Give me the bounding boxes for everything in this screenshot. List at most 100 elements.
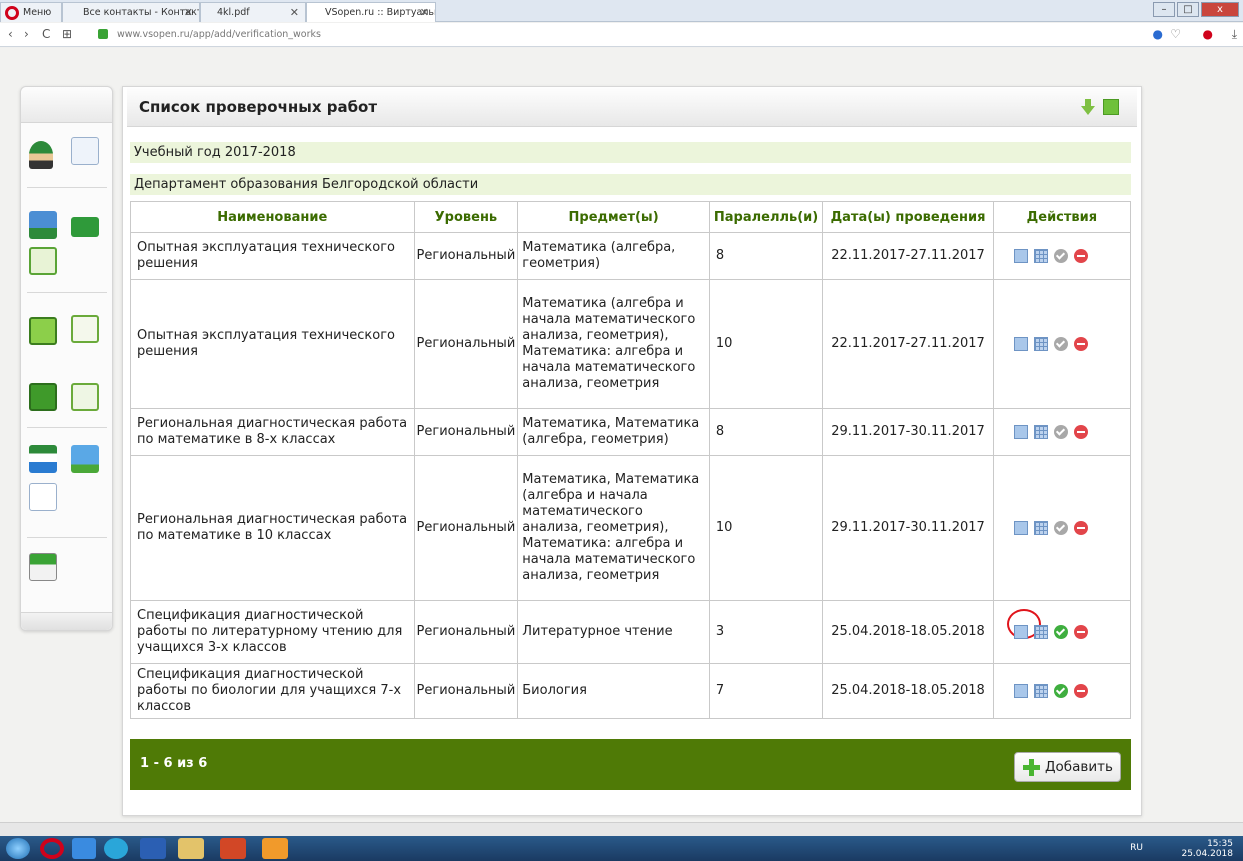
group-icon[interactable] — [29, 211, 57, 239]
table-row: Региональная диагностическая работа по м… — [130, 455, 1132, 601]
delete-icon[interactable] — [1074, 624, 1089, 639]
column-header-parallel[interactable]: Паралелль(и) — [708, 201, 824, 233]
tab-contacts[interactable]: Все контакты - Контакты ✕ — [62, 2, 200, 22]
classroom-icon[interactable] — [71, 217, 99, 237]
windows-taskbar: RU 15:35 25.04.2018 — [0, 836, 1243, 861]
delete-icon[interactable] — [1074, 248, 1089, 263]
powerpoint-taskbar-icon[interactable] — [220, 838, 246, 859]
edit-icon[interactable] — [1013, 336, 1028, 351]
mail-taskbar-icon[interactable] — [104, 838, 128, 859]
calendar-icon[interactable] — [29, 247, 57, 275]
clock[interactable]: 15:35 25.04.2018 — [1181, 839, 1233, 859]
language-indicator[interactable]: RU — [1130, 843, 1143, 853]
work-name: Региональная диагностическая работа по м… — [130, 408, 415, 456]
work-level: Региональный — [413, 408, 519, 456]
table-row: Опытная эксплуатация технического решени… — [130, 279, 1132, 409]
sidebar-divider — [27, 537, 107, 538]
delete-icon[interactable] — [1074, 520, 1089, 535]
column-header-dates[interactable]: Дата(ы) проведения — [822, 201, 994, 233]
url-field[interactable]: www.vsopen.ru/app/add/verification_works — [117, 29, 321, 40]
close-tab-icon[interactable]: ✕ — [290, 6, 299, 19]
row-actions — [992, 455, 1132, 601]
horizontal-scrollbar[interactable] — [0, 822, 1243, 836]
work-dates: 25.04.2018-18.05.2018 — [822, 600, 994, 664]
close-tab-icon[interactable]: ✕ — [184, 6, 193, 19]
edit-icon[interactable] — [1013, 683, 1028, 698]
work-dates: 29.11.2017-30.11.2017 — [822, 455, 994, 601]
approve-icon[interactable] — [1054, 424, 1069, 439]
monitor-icon[interactable] — [71, 445, 99, 473]
heart-icon[interactable]: ♡ — [1170, 27, 1181, 41]
department-bar: Департамент образования Белгородской обл… — [130, 174, 1131, 195]
approve-icon[interactable] — [1054, 683, 1069, 698]
minimize-icon[interactable]: – — [1153, 2, 1175, 17]
sidebar-divider — [27, 187, 107, 188]
work-parallel: 7 — [708, 663, 824, 719]
column-header-name[interactable]: Наименование — [130, 201, 415, 233]
column-header-actions: Действия — [992, 201, 1132, 233]
tab-pdf[interactable]: 4kl.pdf ✕ — [200, 2, 306, 22]
close-window-icon[interactable]: x — [1201, 2, 1239, 17]
checklist-icon[interactable] — [71, 315, 99, 343]
tab-vsopen[interactable]: VSopen.ru :: Виртуальная ✕ — [306, 2, 436, 22]
report-chart-icon[interactable] — [29, 483, 57, 511]
tab-menu[interactable]: Меню — [0, 2, 62, 22]
approve-icon[interactable] — [1054, 248, 1069, 263]
extension-icon[interactable]: ● — [1153, 27, 1163, 41]
journal-icon[interactable] — [29, 383, 57, 411]
users-document-icon[interactable] — [71, 137, 99, 165]
reload-icon[interactable]: C — [42, 27, 50, 41]
schedule-icon[interactable] — [29, 317, 57, 345]
delete-icon[interactable] — [1074, 336, 1089, 351]
work-name: Спецификация диагностической работы по л… — [130, 600, 415, 664]
ie-taskbar-icon[interactable] — [72, 838, 96, 859]
speed-dial-icon[interactable]: ⊞ — [62, 27, 72, 41]
app-taskbar-icon[interactable] — [262, 838, 288, 859]
documents-icon[interactable] — [71, 383, 99, 411]
work-name: Опытная эксплуатация технического решени… — [130, 232, 415, 280]
column-header-level[interactable]: Уровень — [413, 201, 519, 233]
excel-export-icon[interactable] — [1103, 99, 1119, 115]
back-icon[interactable]: ‹ — [8, 27, 13, 41]
delete-icon[interactable] — [1074, 683, 1089, 698]
sidebar-footer — [21, 612, 112, 630]
edit-icon[interactable] — [1013, 624, 1028, 639]
work-parallel: 3 — [708, 600, 824, 664]
lock-icon — [98, 29, 108, 39]
start-button-icon[interactable] — [6, 838, 30, 859]
results-table-icon[interactable] — [1033, 520, 1048, 535]
school-icon[interactable] — [29, 445, 57, 473]
add-user-icon[interactable] — [29, 141, 53, 169]
results-table-icon[interactable] — [1033, 424, 1048, 439]
opera-taskbar-icon[interactable] — [40, 838, 64, 859]
download-arrow-icon[interactable] — [1081, 99, 1095, 115]
approve-icon[interactable] — [1054, 624, 1069, 639]
mail-icon[interactable] — [29, 553, 57, 581]
adblock-icon[interactable]: ● — [1203, 27, 1213, 41]
work-name: Опытная эксплуатация технического решени… — [130, 279, 415, 409]
work-name: Спецификация диагностической работы по б… — [130, 663, 415, 719]
word-taskbar-icon[interactable] — [140, 838, 166, 859]
download-icon[interactable]: ⤓ — [1232, 27, 1237, 42]
close-tab-icon[interactable]: ✕ — [420, 6, 429, 19]
approve-icon[interactable] — [1054, 336, 1069, 351]
explorer-taskbar-icon[interactable] — [178, 838, 204, 859]
results-table-icon[interactable] — [1033, 248, 1048, 263]
column-header-subjects[interactable]: Предмет(ы) — [517, 201, 710, 233]
edit-icon[interactable] — [1013, 424, 1028, 439]
pagination-info: 1 - 6 из 6 — [140, 756, 208, 771]
results-table-icon[interactable] — [1033, 336, 1048, 351]
results-table-icon[interactable] — [1033, 624, 1048, 639]
work-dates: 25.04.2018-18.05.2018 — [822, 663, 994, 719]
maximize-icon[interactable]: □ — [1177, 2, 1199, 17]
forward-icon[interactable]: › — [24, 27, 29, 41]
work-subjects: Математика (алгебра, геометрия) — [517, 232, 710, 280]
delete-icon[interactable] — [1074, 424, 1089, 439]
table-header-row: Наименование Уровень Предмет(ы) Паралелл… — [130, 201, 1132, 233]
edit-icon[interactable] — [1013, 248, 1028, 263]
results-table-icon[interactable] — [1033, 683, 1048, 698]
approve-icon[interactable] — [1054, 520, 1069, 535]
sidebar-divider — [27, 427, 107, 428]
add-button[interactable]: Добавить — [1014, 752, 1121, 782]
edit-icon[interactable] — [1013, 520, 1028, 535]
